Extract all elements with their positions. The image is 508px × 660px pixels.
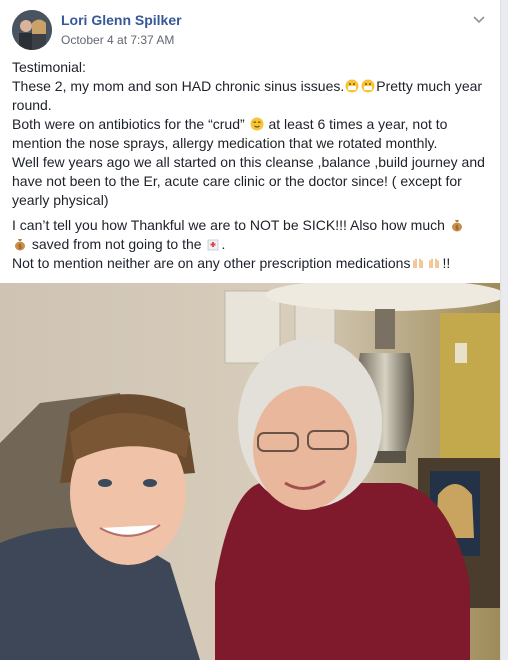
- chevron-down-icon[interactable]: [470, 10, 488, 28]
- text-line: !!: [442, 255, 451, 271]
- text-line: saved from not going to the: [31, 236, 202, 252]
- hospital-emoji-icon: [208, 239, 219, 251]
- money-bag-emoji-icon: $: [15, 239, 25, 251]
- post-paragraph: I can’t tell you how Thankful we are to …: [12, 216, 488, 273]
- text-line: Well few years ago we all started on thi…: [12, 154, 485, 208]
- post-paragraph: Testimonial: These 2, my mom and son HAD…: [12, 58, 488, 210]
- post-header: Lori Glenn Spilker October 4 at 7:37 AM: [12, 10, 488, 50]
- raising-hands-emoji-icon: [413, 258, 424, 268]
- svg-text:$: $: [455, 225, 459, 232]
- text-line: .: [221, 236, 226, 252]
- relieved-face-emoji-icon: [250, 117, 264, 131]
- text-line: Both were on antibiotics for the “crud”: [12, 116, 245, 132]
- post-card: Lori Glenn Spilker October 4 at 7:37 AM …: [0, 0, 501, 660]
- post-timestamp[interactable]: October 4 at 7:37 AM: [61, 33, 174, 47]
- author-name-link[interactable]: Lori Glenn Spilker: [61, 12, 182, 28]
- raising-hands-emoji-icon: [429, 258, 440, 268]
- text-line: Not to mention neither are on any other …: [12, 255, 411, 271]
- post-photo[interactable]: [0, 283, 500, 660]
- post-body: Testimonial: These 2, my mom and son HAD…: [12, 58, 488, 279]
- face-with-medical-mask-emoji-icon: [345, 79, 359, 93]
- text-line: Testimonial:: [12, 59, 86, 75]
- money-bag-emoji-icon: $: [451, 220, 462, 232]
- face-with-medical-mask-emoji-icon: [361, 79, 375, 93]
- text-line: These 2, my mom and son HAD chronic sinu…: [12, 78, 345, 94]
- author-avatar[interactable]: [12, 10, 52, 50]
- text-line: I can’t tell you how Thankful we are to …: [12, 217, 445, 233]
- svg-text:$: $: [18, 244, 22, 251]
